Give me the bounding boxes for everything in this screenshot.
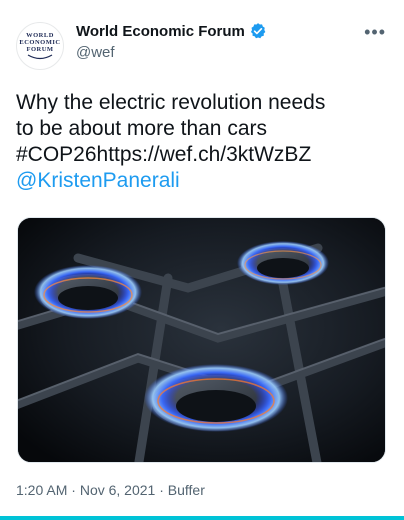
tweet-text-line-2: to be about more than cars xyxy=(16,117,267,140)
avatar-text-2: ECONOMIC xyxy=(19,39,61,46)
verified-badge-icon xyxy=(250,23,266,39)
logo-arc-icon xyxy=(27,54,53,60)
bottom-accent-bar xyxy=(0,516,404,520)
meta-separator-2: · xyxy=(155,482,168,498)
meta-separator-1: · xyxy=(67,482,80,498)
tweet-header: WORLD ECONOMIC FORUM World Economic Foru… xyxy=(16,18,390,70)
tweet-date[interactable]: Nov 6, 2021 xyxy=(80,482,156,498)
tweet-mention-link[interactable]: @KristenPanerali xyxy=(16,168,388,194)
tweet-text-line-1: Why the electric revolution needs xyxy=(16,91,326,114)
avatar-text-3: FORUM xyxy=(26,46,54,53)
more-options-icon[interactable]: ••• xyxy=(364,22,386,43)
author-name[interactable]: World Economic Forum xyxy=(76,23,245,40)
author-handle[interactable]: @wef xyxy=(76,44,115,61)
tweet-time[interactable]: 1:20 AM xyxy=(16,482,67,498)
tweet-source[interactable]: Buffer xyxy=(168,482,205,498)
avatar[interactable]: WORLD ECONOMIC FORUM xyxy=(16,22,64,70)
author-name-row[interactable]: World Economic Forum xyxy=(76,22,267,40)
tweet-hashtag-link[interactable]: #COP26https://wef.ch/3ktWzBZ xyxy=(16,142,388,168)
tweet-meta: 1:20 AM · Nov 6, 2021 · Buffer xyxy=(16,482,205,498)
gas-stove-image xyxy=(18,218,385,462)
avatar-text-1: WORLD xyxy=(26,32,54,39)
tweet-image[interactable] xyxy=(17,217,386,463)
tweet-text: Why the electric revolution needs to be … xyxy=(16,90,388,194)
